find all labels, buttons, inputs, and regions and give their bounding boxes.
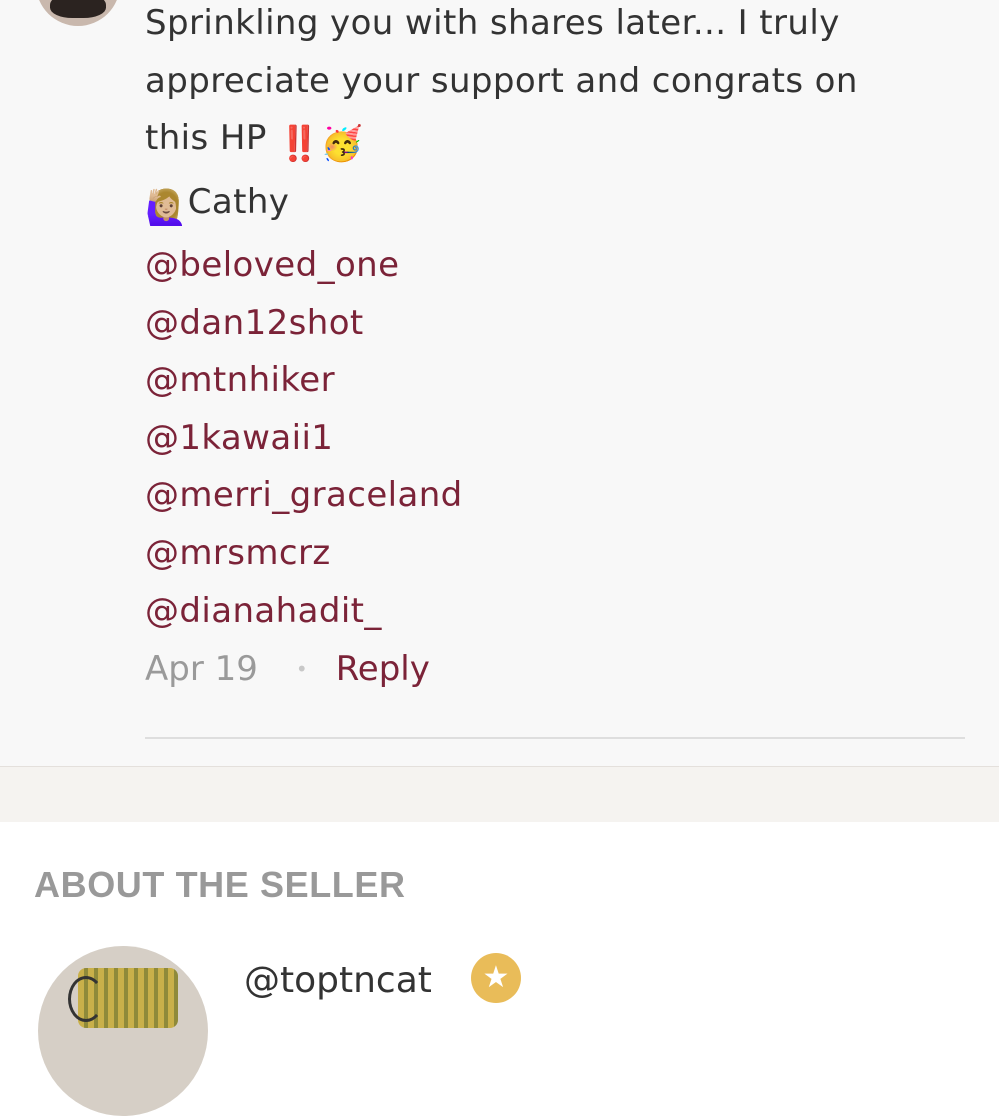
comment-signoff: 🙋🏼‍♀️Cathy — [145, 174, 965, 238]
reply-button[interactable]: Reply — [336, 649, 430, 689]
star-icon: ★ — [471, 953, 521, 1003]
seller-avatar[interactable] — [38, 946, 208, 1116]
avatar-hat — [50, 0, 106, 18]
meta-separator: • — [295, 657, 308, 681]
mention-link[interactable]: @beloved_one — [145, 237, 965, 295]
mention-link[interactable]: @1kawaii1 — [145, 410, 965, 468]
party-emoji-icon: ‼️🥳 — [277, 124, 364, 164]
mention-link[interactable]: @mtnhiker — [145, 352, 965, 410]
signoff-name: Cathy — [187, 181, 290, 222]
mention-link[interactable]: @dianahadit_ — [145, 583, 965, 641]
mention-link[interactable]: @dan12shot — [145, 295, 965, 353]
comment-line: this HP ‼️🥳 — [145, 110, 965, 174]
section-gap — [0, 767, 999, 822]
mention-link[interactable]: @mrsmcrz — [145, 525, 965, 583]
avatar-bag-strap — [68, 976, 104, 1022]
comment-date: Apr 19 — [145, 649, 258, 689]
comment-divider — [145, 737, 965, 739]
about-seller-heading: ABOUT THE SELLER — [34, 864, 406, 905]
comment-line: Sprinkling you with shares later... I tr… — [145, 3, 840, 43]
raising-hand-emoji-icon: 🙋🏼‍♀️ — [145, 187, 188, 228]
comment-section: Sprinkling you with shares later... I tr… — [0, 0, 999, 766]
commenter-avatar[interactable] — [36, 0, 120, 26]
seller-handle[interactable]: @toptncat — [244, 955, 432, 1007]
mention-link[interactable]: @merri_graceland — [145, 467, 965, 525]
comment-text: Sprinkling you with shares later... I tr… — [145, 0, 965, 640]
comment-line-text: this HP — [145, 118, 267, 158]
comment-meta: Apr 19 • Reply — [145, 640, 430, 698]
comment-line: appreciate your support and congrats on — [145, 60, 858, 101]
